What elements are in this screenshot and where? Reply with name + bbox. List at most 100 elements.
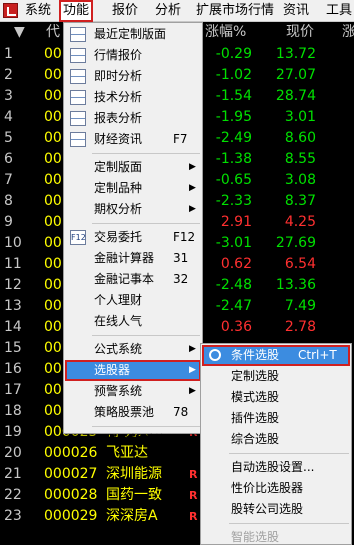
row-index: 15	[4, 340, 22, 356]
menu-news[interactable]: 资讯	[283, 2, 309, 20]
menu-item-label: 定制品种	[94, 181, 143, 195]
menu-item[interactable]: 策略股票池 78	[65, 402, 201, 423]
menu-item[interactable]: F12 交易委托 F12	[65, 227, 201, 248]
row-index: 3	[4, 88, 13, 104]
margin-badge: R	[189, 489, 198, 502]
menu-quote[interactable]: 报价	[112, 2, 138, 20]
menu-item-label: 金融记事本	[94, 272, 155, 286]
menu-item[interactable]: 技术分析	[65, 87, 201, 108]
current-price: 3.08	[284, 172, 316, 188]
menu-item-label: 定制选股	[231, 369, 280, 383]
change-pct: -1.54	[215, 88, 252, 104]
change-pct: -0.65	[215, 172, 252, 188]
menu-item[interactable]: 在线人气	[65, 311, 201, 332]
menu-item-shortcut: 78	[173, 405, 189, 419]
menu-item[interactable]: 财经资讯 F7	[65, 129, 201, 150]
menu-item[interactable]: 江恩分析系统	[65, 430, 201, 451]
current-price: 27.07	[275, 67, 316, 83]
submenu-arrow-icon: ▶	[189, 365, 196, 375]
menu-item[interactable]: 期权分析 ▶	[65, 199, 201, 220]
menu-item-label: 在线人气	[94, 314, 143, 328]
menu-item[interactable]: 综合选股	[202, 429, 350, 450]
menu-separator	[229, 453, 349, 454]
menu-item-shortcut: 31	[173, 251, 189, 265]
menu-function[interactable]: 功能	[59, 0, 94, 22]
header-change-pct[interactable]: 涨幅%	[205, 22, 246, 43]
menu-item-label: 财经资讯	[94, 132, 143, 146]
margin-badge: R	[189, 468, 198, 481]
submenu-arrow-icon: ▶	[189, 204, 196, 214]
quote-table-icon	[70, 48, 86, 63]
sort-arrow-icon[interactable]: ▼	[14, 22, 25, 43]
menu-extended-market[interactable]: 扩展市场行情	[196, 2, 274, 20]
menu-item-label: 模式选股	[231, 390, 280, 404]
menu-analysis[interactable]: 分析	[155, 2, 181, 20]
row-index: 9	[4, 214, 13, 230]
menu-item[interactable]: 金融计算器 31	[65, 248, 201, 269]
row-index: 22	[4, 487, 22, 503]
row-index: 5	[4, 130, 13, 146]
menu-item[interactable]: 公式系统 ▶	[65, 339, 201, 360]
app-logo-icon[interactable]	[3, 3, 18, 18]
menu-item-label: 策略股票池	[94, 405, 155, 419]
menu-item[interactable]: 金融记事本 32	[65, 269, 201, 290]
current-price: 6.54	[284, 256, 316, 272]
menu-item[interactable]: 个人理财	[65, 290, 201, 311]
menu-item-label: 个人理财	[94, 293, 143, 307]
menu-item-label: 行情报价	[94, 48, 143, 62]
change-pct: 2.91	[220, 214, 252, 230]
current-price: 13.36	[275, 277, 316, 293]
header-price[interactable]: 现价	[286, 22, 314, 43]
change-pct: -1.95	[215, 109, 252, 125]
menu-item-label: 综合选股	[231, 432, 280, 446]
row-index: 16	[4, 361, 22, 377]
stock-code: 000029	[44, 508, 98, 524]
menu-item[interactable]: 自动选股设置...	[202, 457, 350, 478]
menu-item[interactable]: 报表分析	[65, 108, 201, 129]
menu-separator	[92, 153, 200, 154]
menu-item-shortcut: 32	[173, 272, 189, 286]
menu-item[interactable]: 定制品种 ▶	[65, 178, 201, 199]
menu-item-shortcut: Ctrl+T	[298, 348, 337, 362]
menu-tools[interactable]: 工具	[326, 2, 352, 20]
menu-item[interactable]: 模式选股	[202, 387, 350, 408]
row-index: 21	[4, 466, 22, 482]
report-icon	[70, 111, 86, 126]
menu-item[interactable]: 定制版面 ▶	[65, 157, 201, 178]
change-pct: 0.62	[220, 256, 252, 272]
menu-item-label: 智能选股	[231, 530, 280, 544]
current-price: 4.25	[284, 214, 316, 230]
menu-bar: 系统 功能 报价 分析 扩展市场行情 资讯 工具	[0, 0, 354, 22]
stock-code: 000028	[44, 487, 98, 503]
menu-item-label: 公式系统	[94, 342, 143, 356]
menu-item-label: 交易委托	[94, 230, 143, 244]
header-code[interactable]: 代	[46, 22, 60, 43]
menu-separator	[92, 223, 200, 224]
header-rise[interactable]: 涨	[342, 22, 354, 43]
menu-item[interactable]: 行情报价	[65, 45, 201, 66]
menu-item-label: 金融计算器	[94, 251, 155, 265]
menu-item[interactable]: 预警系统 ▶	[65, 381, 201, 402]
stock-code: 000027	[44, 466, 98, 482]
menu-item[interactable]: 性价比选股器	[202, 478, 350, 499]
change-pct: -0.29	[215, 46, 252, 62]
menu-item[interactable]: 即时分析	[65, 66, 201, 87]
menu-item[interactable]: 选股器 ▶	[65, 360, 201, 381]
submenu-arrow-icon: ▶	[189, 183, 196, 193]
menu-item-label: 技术分析	[94, 90, 143, 104]
row-index: 1	[4, 46, 13, 62]
menu-item-label: 江恩分析系统	[94, 433, 167, 447]
menu-item[interactable]: 股转公司选股	[202, 499, 350, 520]
menu-system[interactable]: 系统	[25, 2, 51, 20]
menu-item[interactable]: 条件选股 Ctrl+T	[202, 345, 350, 366]
menu-item[interactable]: 定制选股	[202, 366, 350, 387]
margin-badge: R	[189, 510, 198, 523]
change-pct: -3.01	[215, 235, 252, 251]
row-index: 19	[4, 424, 22, 440]
menu-item[interactable]: 最近定制版面	[65, 24, 201, 45]
row-index: 2	[4, 67, 13, 83]
submenu-arrow-icon: ▶	[189, 162, 196, 172]
menu-item-label: 插件选股	[231, 411, 280, 425]
menu-item[interactable]: 插件选股	[202, 408, 350, 429]
current-price: 13.72	[275, 46, 316, 62]
